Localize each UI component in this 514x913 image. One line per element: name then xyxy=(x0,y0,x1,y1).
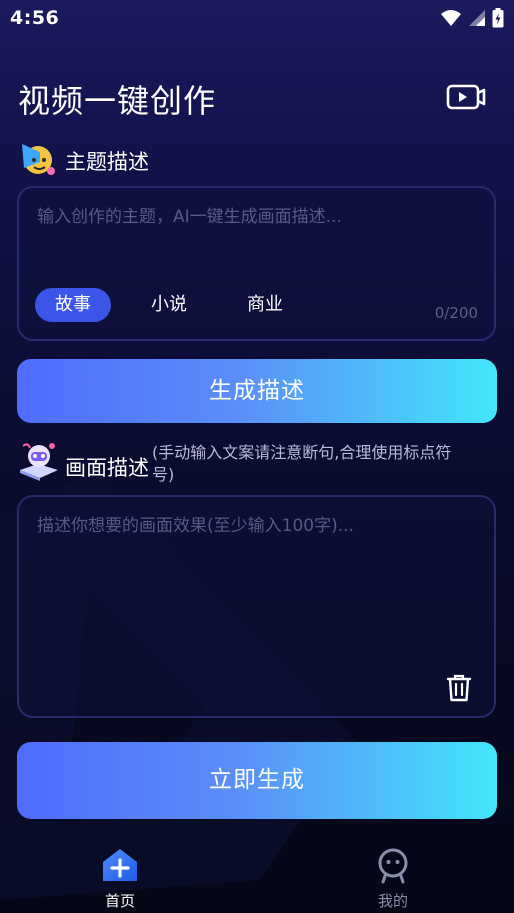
video-library-icon[interactable] xyxy=(446,82,486,112)
robot-book-mascot-icon xyxy=(20,443,58,481)
chip-story[interactable]: 故事 xyxy=(35,288,111,322)
megaphone-mascot-icon xyxy=(22,144,55,175)
status-bar: 4:56 xyxy=(0,0,514,36)
scene-input-placeholder[interactable]: 描述你想要的画面效果(至少输入100字)... xyxy=(37,511,354,536)
generate-description-button[interactable]: 生成描述 xyxy=(17,359,497,423)
home-plus-icon xyxy=(103,849,137,881)
character-counter: 0/200 xyxy=(434,304,478,322)
signal-icon xyxy=(469,10,485,26)
chip-business[interactable]: 商业 xyxy=(227,288,303,322)
bottom-tab-bar: 首页 我的 xyxy=(0,840,514,913)
tab-home-label: 首页 xyxy=(104,892,135,910)
theme-input-placeholder[interactable]: 输入创作的主题，AI一键生成画面描述... xyxy=(37,202,342,227)
battery-icon xyxy=(492,8,504,28)
scene-hint-line1: (手动输入文案请注意断句,合理使用标点符 xyxy=(152,443,452,462)
profile-icon xyxy=(378,848,408,884)
tab-profile[interactable]: 我的 xyxy=(348,846,438,911)
theme-section-label: 主题描述 xyxy=(65,150,149,174)
theme-input-card[interactable]: 输入创作的主题，AI一键生成画面描述... 故事 小说 商业 0/200 xyxy=(17,186,496,341)
scene-section-header: 画面描述 (手动输入文案请注意断句,合理使用标点符 号) xyxy=(18,440,451,486)
page-title: 视频一键创作 xyxy=(18,82,217,120)
status-time: 4:56 xyxy=(10,7,60,29)
chip-novel[interactable]: 小说 xyxy=(131,288,207,322)
scene-input-card[interactable]: 描述你想要的画面效果(至少输入100字)... xyxy=(17,495,496,718)
trash-icon[interactable] xyxy=(445,673,473,703)
scene-hint-line2: 号) xyxy=(152,465,175,484)
generate-now-button[interactable]: 立即生成 xyxy=(17,742,497,819)
theme-section-header: 主题描述 xyxy=(18,138,149,178)
scene-section-label: 画面描述 xyxy=(65,456,149,480)
tab-home[interactable]: 首页 xyxy=(75,846,165,911)
theme-category-chips: 故事 小说 商业 xyxy=(35,288,303,322)
scene-section-hint: (手动输入文案请注意断句,合理使用标点符 号) xyxy=(152,442,451,486)
tab-profile-label: 我的 xyxy=(377,892,408,910)
wifi-icon xyxy=(441,10,461,26)
status-icons xyxy=(440,8,504,28)
